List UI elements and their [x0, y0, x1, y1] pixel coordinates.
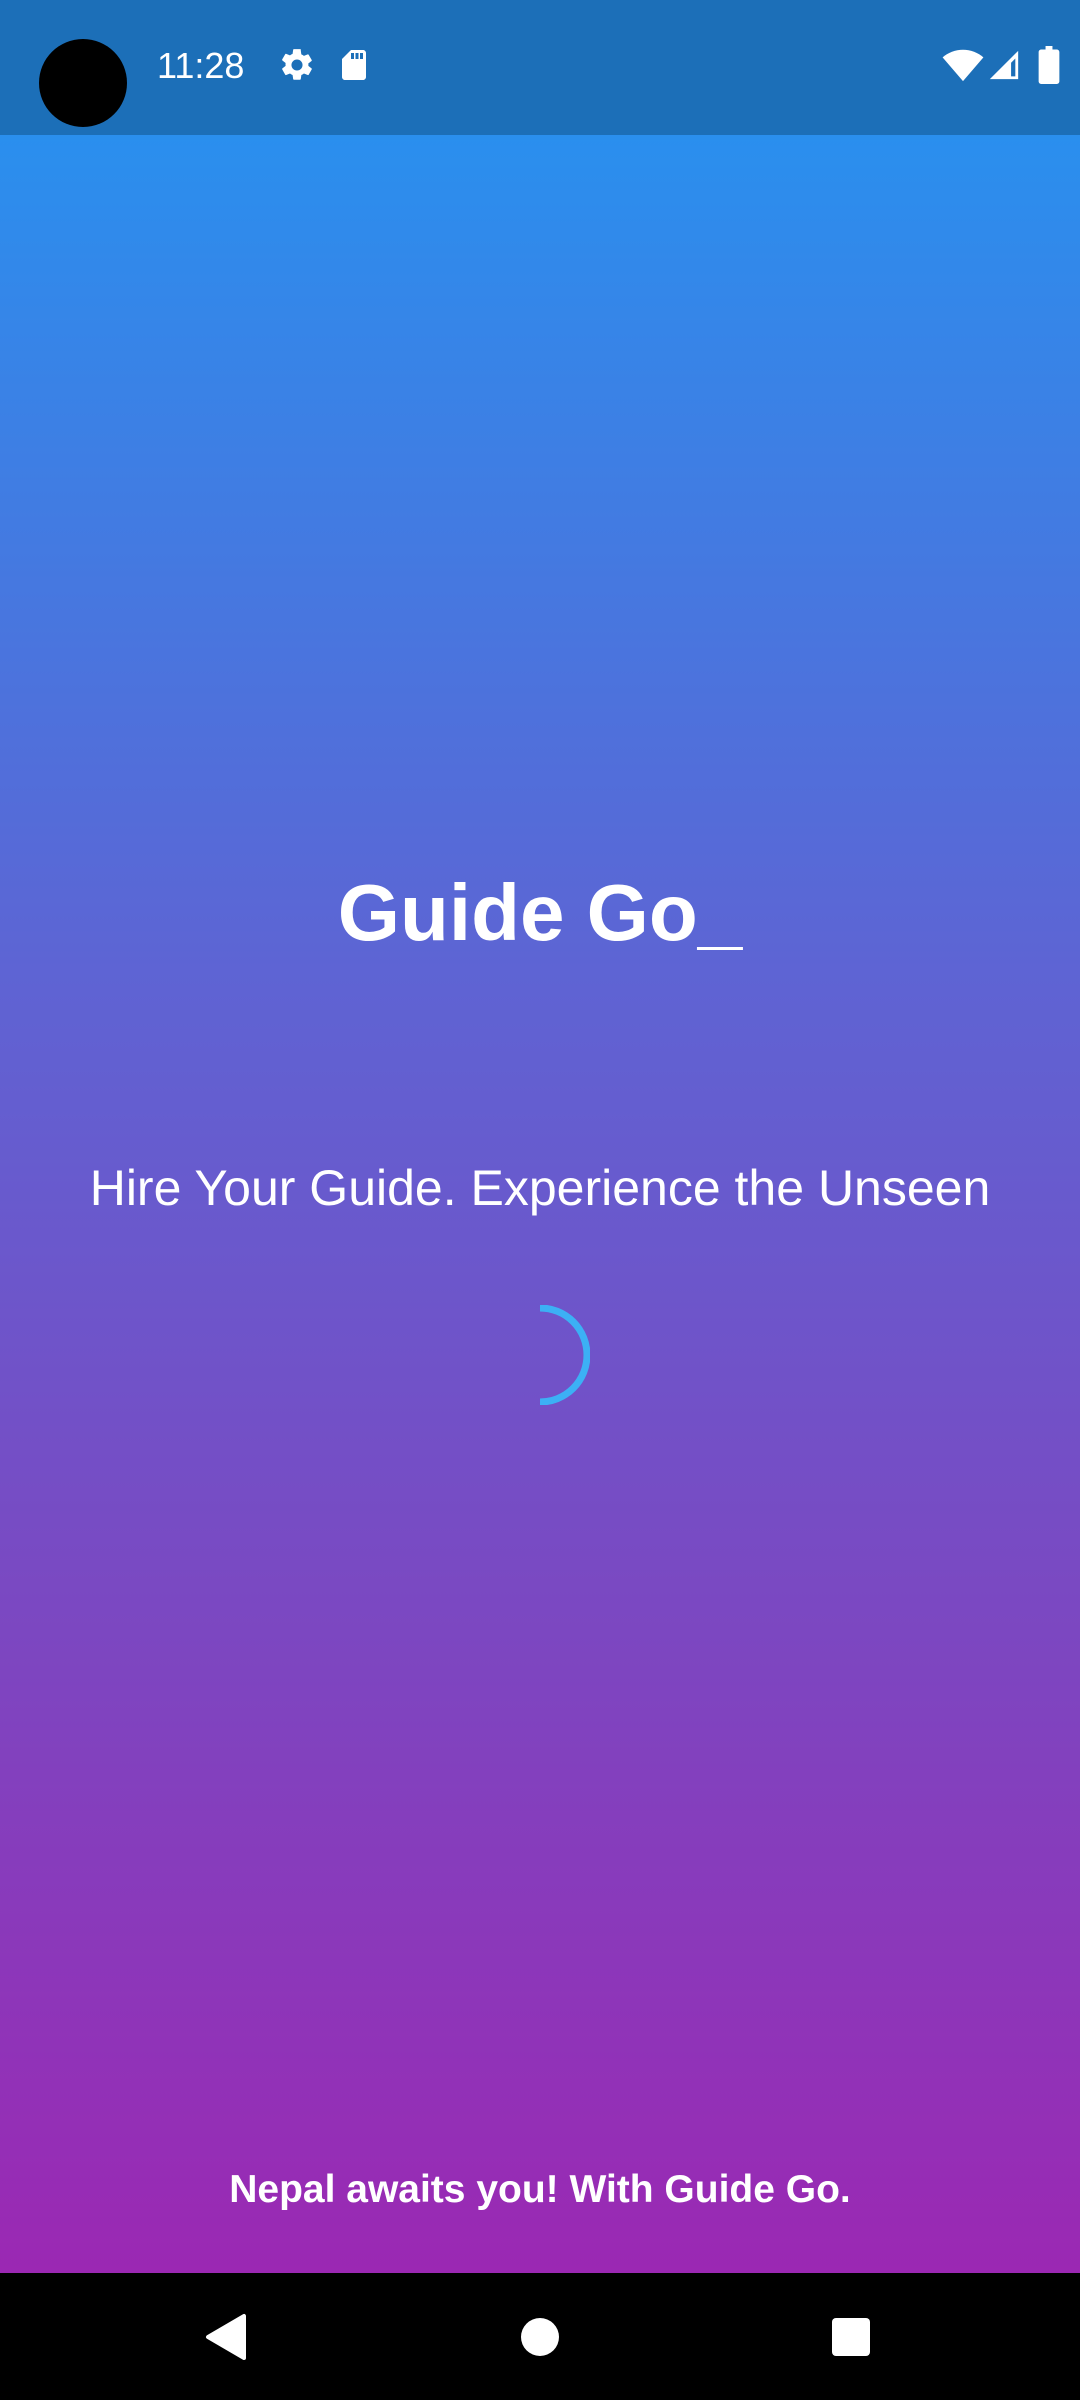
footer-text: Nepal awaits you! With Guide Go.: [229, 2168, 851, 2211]
back-icon: [206, 2313, 246, 2360]
battery-icon: [1038, 46, 1060, 89]
camera-cutout: [39, 39, 127, 127]
back-button[interactable]: [165, 2273, 285, 2400]
settings-icon: [278, 46, 316, 89]
status-time: 11:28: [157, 45, 245, 86]
wifi-icon: [942, 48, 984, 87]
splash-screen: Guide Go_ Hire Your Guide. Experience th…: [0, 135, 1080, 2273]
recents-button[interactable]: [791, 2273, 911, 2400]
sd-card-icon: [336, 46, 372, 89]
loading-spinner: [490, 1304, 591, 1406]
home-icon: [521, 2317, 559, 2356]
recents-icon: [832, 2317, 870, 2356]
status-bar: 11:28: [0, 0, 1080, 135]
cellular-signal-icon: [986, 48, 1022, 87]
screen: 11:28 Guide Go_ Hire Your Guide. Experie…: [0, 0, 1080, 2400]
app-tagline: Hire Your Guide. Experience the Unseen: [89, 1160, 991, 1216]
home-button[interactable]: [480, 2273, 600, 2400]
app-title: Guide Go_: [337, 868, 743, 957]
navigation-bar: [0, 2273, 1080, 2400]
